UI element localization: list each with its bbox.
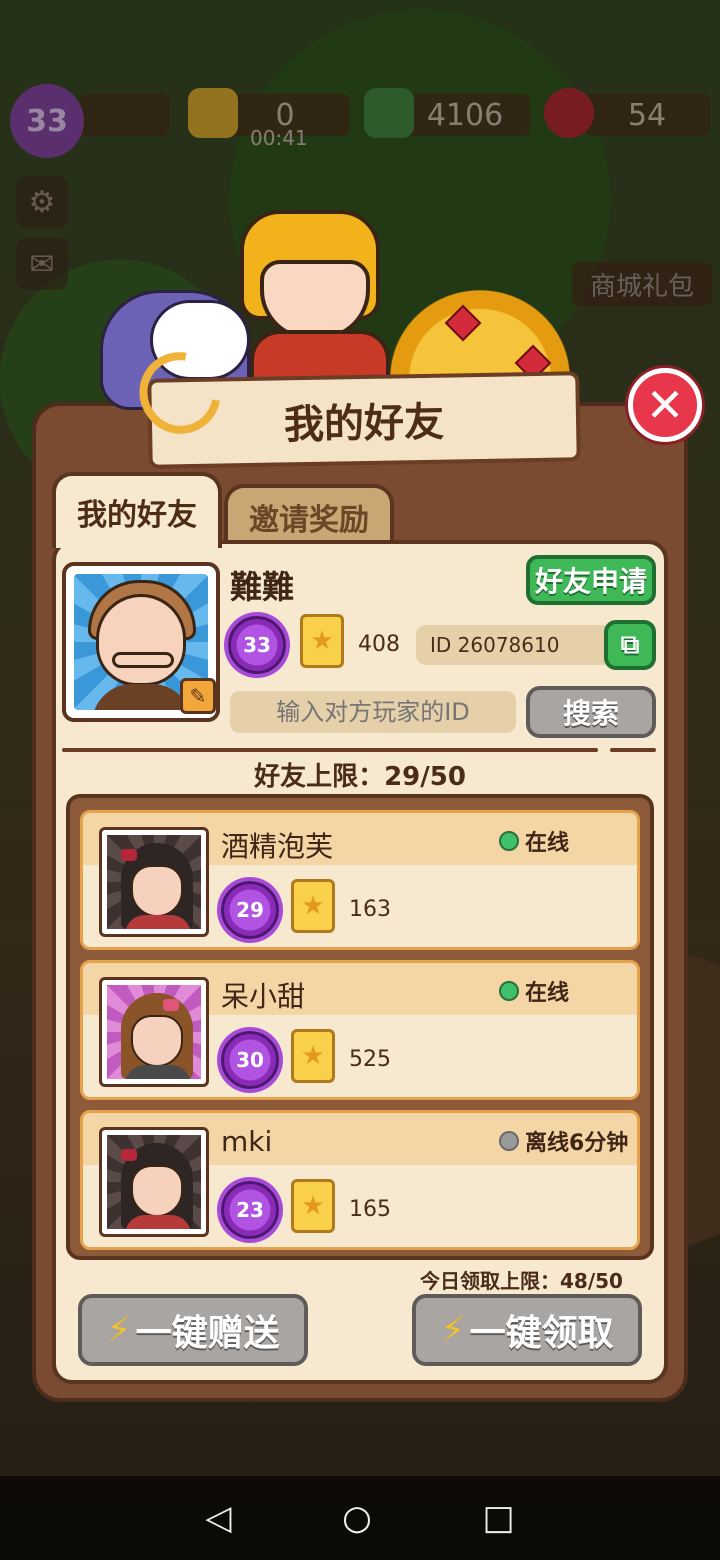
daily-claim-limit: 今日领取上限：48/50	[420, 1269, 623, 1293]
back-icon[interactable]: ◁	[205, 1498, 231, 1538]
avatar-face	[96, 594, 186, 686]
friend-body	[125, 1215, 191, 1229]
avatar-body	[92, 684, 192, 710]
online-status-icon	[499, 831, 519, 851]
send-all-label: 一键赠送	[135, 1313, 280, 1354]
friend-face	[131, 1015, 183, 1067]
friend-avatar-image	[107, 985, 201, 1079]
copy-icon: ⧉	[620, 629, 640, 660]
my-level-badge: 33	[228, 616, 286, 674]
friend-avatar[interactable]	[99, 827, 209, 937]
search-button[interactable]: 搜索	[526, 686, 656, 738]
friend-hairclip	[163, 999, 179, 1011]
friend-row[interactable]: mki 离线6分钟 23 ★ 165	[80, 1110, 640, 1250]
friend-name: mki	[221, 1125, 273, 1158]
avatar-glasses	[112, 652, 174, 668]
friend-name: 呆小甜	[221, 980, 306, 1013]
friend-name: 酒精泡芙	[221, 830, 334, 863]
friend-level-badge: 29	[221, 881, 279, 939]
friend-row[interactable]: 呆小甜 在线 30 ★ 525	[80, 960, 640, 1100]
friend-body	[125, 1065, 191, 1079]
friend-avatar-image	[107, 835, 201, 929]
friend-body	[125, 915, 191, 929]
friend-level-badge: 30	[221, 1031, 279, 1089]
friend-star-count: 525	[349, 1047, 391, 1072]
lightning-icon: ⚡	[440, 1309, 466, 1351]
my-nickname: 難難	[230, 568, 295, 606]
friend-row[interactable]: 酒精泡芙 在线 29 ★ 163	[80, 810, 640, 950]
friend-face	[131, 865, 183, 917]
friend-bow	[121, 849, 137, 861]
system-nav-bar: ◁ ○ □	[0, 1476, 720, 1560]
section-divider	[610, 748, 656, 752]
online-status-icon	[499, 981, 519, 1001]
friend-status: 离线6分钟	[525, 1131, 629, 1156]
friend-level-badge: 23	[221, 1181, 279, 1239]
boy-face	[260, 260, 370, 340]
friend-limit-text: 好友上限：29/50	[254, 762, 466, 792]
recents-icon[interactable]: □	[483, 1498, 515, 1538]
tab-invite-rewards[interactable]: 邀请奖励	[224, 484, 394, 546]
close-button[interactable]: ✕	[628, 368, 702, 442]
tab-my-friends[interactable]: 我的好友	[52, 472, 222, 548]
friend-face	[131, 1165, 183, 1217]
edit-pencil-icon[interactable]: ✎	[180, 678, 216, 714]
star-card-icon: ★	[300, 614, 344, 668]
friend-avatar[interactable]	[99, 977, 209, 1087]
star-card-icon: ★	[291, 1179, 335, 1233]
player-id: ID 26078610	[416, 625, 612, 665]
section-divider	[62, 748, 598, 752]
friend-status: 在线	[525, 981, 570, 1006]
friend-star-count: 163	[349, 897, 391, 922]
friend-request-button[interactable]: 好友申请	[526, 555, 656, 605]
lightning-icon: ⚡	[106, 1309, 132, 1351]
friend-avatar[interactable]	[99, 1127, 209, 1237]
friend-id-search-input[interactable]	[230, 691, 516, 733]
claim-all-label: 一键领取	[469, 1313, 614, 1354]
friends-list[interactable]: 酒精泡芙 在线 29 ★ 163 呆小甜 在线 30 ★ 525 mki 离线6…	[66, 794, 654, 1260]
home-icon[interactable]: ○	[342, 1498, 372, 1538]
friend-bow	[121, 1149, 137, 1161]
friend-avatar-image	[107, 1135, 201, 1229]
star-card-icon: ★	[291, 1029, 335, 1083]
claim-all-button[interactable]: ⚡ 一键领取	[412, 1294, 642, 1366]
my-star-count: 408	[358, 632, 400, 657]
star-card-icon: ★	[291, 879, 335, 933]
friend-status: 在线	[525, 831, 570, 856]
dialog-title: 我的好友	[283, 399, 445, 449]
friend-star-count: 165	[349, 1197, 391, 1222]
boy-character	[240, 200, 390, 400]
send-all-button[interactable]: ⚡ 一键赠送	[78, 1294, 308, 1366]
offline-status-icon	[499, 1131, 519, 1151]
copy-id-button[interactable]: ⧉	[604, 620, 656, 670]
